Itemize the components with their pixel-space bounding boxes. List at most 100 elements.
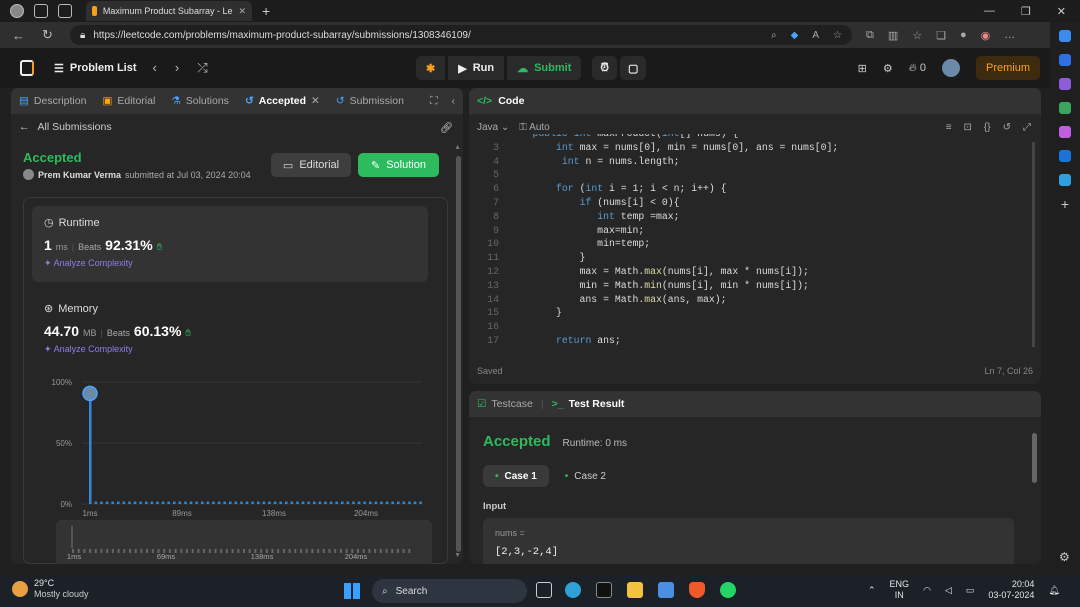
code-line[interactable]: if (nums[i] < 0){ <box>509 197 680 208</box>
wifi-icon[interactable]: ◠ <box>923 585 931 596</box>
read-aloud-icon[interactable]: A <box>812 30 819 41</box>
scroll-up-icon[interactable]: ▲ <box>454 144 461 151</box>
braces-icon[interactable]: {} <box>984 122 991 133</box>
terminal-app-icon[interactable] <box>596 582 612 598</box>
zoom-icon[interactable]: ⌕ <box>771 30 777 41</box>
code-line[interactable]: int temp =max; <box>509 211 679 222</box>
split-screen-icon[interactable]: ▥ <box>888 29 898 42</box>
streak-counter[interactable]: 🔥︎ 0 <box>909 62 926 75</box>
scroll-down-icon[interactable]: ▼ <box>454 552 461 559</box>
send-icon[interactable] <box>1059 174 1071 186</box>
more-icon[interactable]: … <box>1004 29 1015 42</box>
outlook-icon[interactable] <box>1059 150 1071 162</box>
file-explorer-icon[interactable] <box>627 582 643 598</box>
settings-icon[interactable]: ⚙ <box>883 62 893 75</box>
layout-icon[interactable]: ⊞ <box>858 62 867 75</box>
result-scrollbar[interactable] <box>1032 433 1037 483</box>
shopping-icon[interactable] <box>1059 54 1071 66</box>
shuffle-icon[interactable]: ⤮ <box>197 60 207 76</box>
code-line[interactable]: min = Math.min(nums[i], min * nums[i]); <box>509 280 809 291</box>
left-scrollbar[interactable] <box>456 156 461 552</box>
premium-button[interactable]: Premium <box>975 56 1040 80</box>
format-icon[interactable]: ≡ <box>946 122 952 133</box>
auto-toggle[interactable]: ⚿ Auto <box>519 122 549 133</box>
new-tab-icon[interactable]: + <box>262 3 270 19</box>
minimize-icon[interactable]: — <box>984 5 995 18</box>
close-tab-icon[interactable]: ✕ <box>238 6 246 17</box>
task-view-icon[interactable] <box>536 582 552 598</box>
tab-actions-icon[interactable] <box>58 4 72 18</box>
memory-card[interactable]: ⊛ Memory 44.70 MB | Beats 60.13% ✋︎ ✦ Ana… <box>32 292 428 362</box>
tab-solutions[interactable]: ⚗ Solutions <box>163 88 237 114</box>
workspaces-icon[interactable] <box>34 4 48 18</box>
case-1-tab[interactable]: • Case 1 <box>483 465 549 487</box>
maximize-icon[interactable]: ⛶ <box>430 95 437 108</box>
reset-icon[interactable]: ↺ <box>1003 122 1011 133</box>
sidebar-settings-icon[interactable]: ⚙ <box>1059 551 1071 563</box>
code-line[interactable]: for (int i = 1; i < n; i++) { <box>509 183 727 194</box>
code-line[interactable]: public int maxProduct(int[] nums) { <box>509 134 739 139</box>
edge-app-icon[interactable] <box>565 582 581 598</box>
runtime-analyze-link[interactable]: ✦ Analyze Complexity <box>44 258 416 269</box>
restore-icon[interactable]: ❐ <box>1021 5 1031 18</box>
code-line[interactable]: int n = nums.length; <box>509 156 680 167</box>
language-select[interactable]: Java ⌄ <box>477 122 509 133</box>
start-icon[interactable] <box>344 583 360 599</box>
user-avatar[interactable] <box>941 59 960 77</box>
tab-test-result[interactable]: >_ Test Result <box>544 391 633 417</box>
whatsapp-app-icon[interactable] <box>720 582 736 598</box>
runtime-card[interactable]: ◷ Runtime 1 ms | Beats 92.31% ✋︎ ✦ Analyz… <box>32 206 428 282</box>
tools-icon[interactable] <box>1059 78 1071 90</box>
all-submissions-link[interactable]: ← All Submissions 🔗︎ <box>11 114 463 140</box>
debug-button[interactable]: ✱ <box>416 56 446 80</box>
code-line[interactable]: return ans; <box>509 335 621 346</box>
coupon-icon[interactable]: ◆ <box>791 30 799 41</box>
tab-accepted[interactable]: ↺ Accepted ✕ <box>237 88 328 114</box>
profile-icon[interactable] <box>10 4 24 18</box>
favorites-icon[interactable]: ☆ <box>912 29 922 42</box>
favorite-icon[interactable]: ☆ <box>833 30 842 41</box>
tab-submissions[interactable]: ↺ Submission <box>328 88 412 114</box>
bookmark-icon[interactable]: ⊡ <box>964 122 972 133</box>
tab-description[interactable]: ▤ Description <box>11 88 94 114</box>
editorial-button[interactable]: ▭ Editorial <box>271 153 351 177</box>
browser-tab[interactable]: Maximum Product Subarray - Le ✕ <box>86 1 252 21</box>
code-line[interactable]: } <box>509 307 562 318</box>
code-scrollbar[interactable] <box>1032 142 1035 347</box>
profile-avatar-icon[interactable]: ● <box>960 29 967 42</box>
author-name[interactable]: Prem Kumar Verma <box>38 170 121 180</box>
code-line[interactable]: ans = Math.max(ans, max); <box>509 294 727 305</box>
store-app-icon[interactable] <box>658 582 674 598</box>
back-icon[interactable]: ← <box>12 28 30 43</box>
volume-icon[interactable]: ◁ <box>945 585 952 596</box>
games-icon[interactable] <box>1059 102 1071 114</box>
code-line[interactable]: int max = nums[0], min = nums[0], ans = … <box>509 142 838 153</box>
close-window-icon[interactable]: ✕ <box>1057 5 1066 18</box>
language-indicator[interactable]: ENG IN <box>890 579 910 601</box>
run-button[interactable]: ▶ Run <box>448 56 505 80</box>
collections-icon[interactable]: ❏ <box>936 29 946 42</box>
copilot-app-icon[interactable] <box>1059 126 1071 138</box>
taskbar-search[interactable]: ⌕ Search <box>372 579 527 603</box>
tab-editorial[interactable]: ▣ Editorial <box>94 88 163 114</box>
close-tab-icon[interactable]: ✕ <box>311 95 320 107</box>
code-editor[interactable]: public int maxProduct(int[] nums) {3 int… <box>469 134 1029 350</box>
notes-button[interactable]: ▢ <box>619 56 647 80</box>
runtime-distribution-chart[interactable]: 100% 50% 0% 1ms 89ms 138ms 204ms 1ms 69ms 138ms… <box>32 370 442 564</box>
copilot-icon[interactable] <box>1059 30 1071 42</box>
share-link-icon[interactable]: 🔗︎ <box>440 121 453 134</box>
leetcode-logo-icon[interactable] <box>20 60 34 76</box>
refresh-icon[interactable]: ↻ <box>42 27 60 43</box>
code-line[interactable]: max=min; <box>509 225 644 236</box>
problem-list-button[interactable]: ☰ Problem List <box>54 62 137 75</box>
clock[interactable]: 20:04 03-07-2024 <box>988 579 1034 601</box>
solution-button[interactable]: ✎ Solution <box>358 153 439 177</box>
fullscreen-icon[interactable]: ⤢ <box>1023 122 1031 133</box>
brave-app-icon[interactable] <box>689 582 705 598</box>
add-app-icon[interactable]: + <box>1059 197 1071 211</box>
prev-problem-icon[interactable]: ‹ <box>153 60 157 76</box>
timer-button[interactable]: ⏰︎ <box>592 56 617 80</box>
code-line[interactable]: min=temp; <box>509 238 650 249</box>
weather-widget[interactable]: 29°C Mostly cloudy <box>12 578 89 600</box>
extensions-icon[interactable]: ⧉ <box>866 29 874 42</box>
